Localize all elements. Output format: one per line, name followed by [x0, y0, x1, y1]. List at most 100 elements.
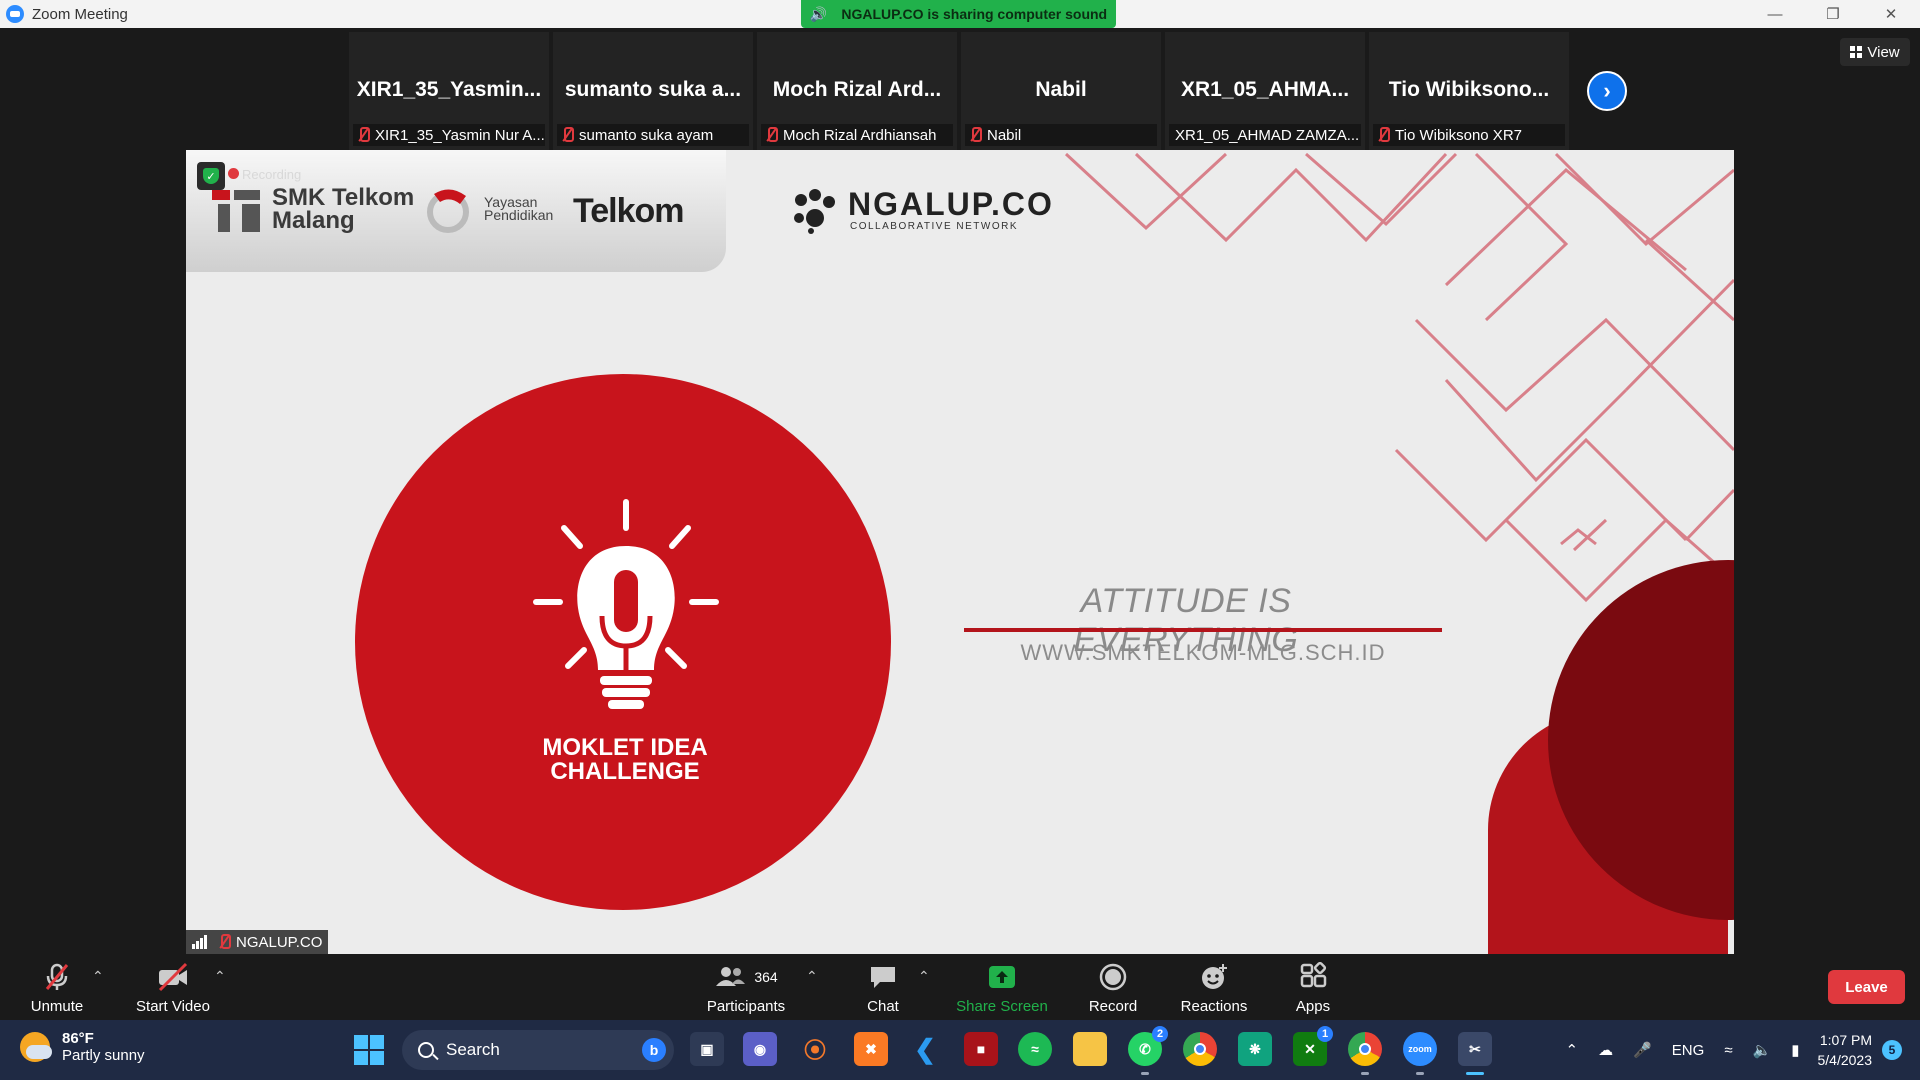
restore-button[interactable]: ❐ — [1804, 0, 1862, 28]
telkom-text: Telkom — [573, 192, 685, 230]
participant-display-name: Nabil — [1035, 78, 1087, 101]
chat-options-caret[interactable]: ⌃ — [918, 968, 930, 985]
xbox-icon[interactable]: ✕ 1 — [1293, 1026, 1333, 1066]
presenter-name-tag: NGALUP.CO — [186, 930, 329, 954]
reactions-icon — [1202, 964, 1227, 989]
view-label: View — [1867, 43, 1900, 61]
notification-badge[interactable]: 5 — [1882, 1040, 1902, 1060]
presenter-name: NGALUP.CO — [236, 933, 323, 951]
signal-bars-icon — [192, 935, 208, 949]
bing-icon[interactable]: b — [642, 1038, 666, 1062]
volume-icon[interactable]: 🔈 — [1753, 1041, 1772, 1059]
mic-muted-icon — [1377, 127, 1390, 143]
participant-display-name: XIR1_35_Yasmin... — [356, 78, 542, 101]
mic-muted-icon — [45, 963, 69, 990]
chat-button[interactable]: Chat — [848, 962, 918, 1015]
spotify-icon[interactable]: ≈ — [1018, 1032, 1052, 1066]
game-icon[interactable]: ■ — [964, 1032, 998, 1066]
close-button[interactable]: ✕ — [1862, 0, 1920, 28]
share-screen-button[interactable]: Share Screen — [952, 962, 1052, 1015]
challenge-title: MOKLET IDEA CHALLENGE — [542, 734, 708, 785]
view-button[interactable]: View — [1840, 38, 1910, 66]
file-explorer-icon[interactable] — [1073, 1032, 1107, 1066]
participant-tile[interactable]: sumanto suka a... sumanto suka ayam — [553, 32, 753, 150]
participants-options-caret[interactable]: ⌃ — [806, 968, 818, 985]
chatgpt-icon[interactable]: ❋ — [1238, 1032, 1272, 1066]
ngalup-logo — [794, 189, 835, 234]
minimize-button[interactable]: — — [1746, 0, 1804, 28]
chat-icon — [871, 967, 895, 988]
clock-time: 1:07 PM — [1819, 1032, 1872, 1048]
ngalup-text: NGALUP.CO — [848, 186, 1054, 222]
participant-label: Moch Rizal Ardhiansah — [761, 124, 953, 146]
search-label: Search — [446, 1040, 500, 1059]
participant-strip: XIR1_35_Yasmin... XIR1_35_Yasmin Nur A..… — [0, 28, 1920, 150]
reactions-button[interactable]: Reactions — [1172, 962, 1256, 1015]
xampp-icon[interactable]: ✖ — [854, 1032, 888, 1066]
video-options-caret[interactable]: ⌃ — [214, 968, 226, 985]
record-icon — [1099, 963, 1127, 991]
weather-widget[interactable]: 86°F Partly sunny — [20, 1030, 145, 1064]
participant-tile[interactable]: Moch Rizal Ard... Moch Rizal Ardhiansah — [757, 32, 957, 150]
participant-tile[interactable]: Tio Wibiksono... Tio Wibiksono XR7 — [1369, 32, 1569, 150]
battery-icon[interactable]: ▮ — [1791, 1041, 1799, 1059]
system-tray: ⌃ ☁ 🎤 ENG ≈ 🔈 ▮ 1:07 PM 5/4/2023 5 — [1556, 1020, 1920, 1080]
participant-label: Tio Wibiksono XR7 — [1373, 124, 1565, 146]
windows-start-button[interactable] — [354, 1035, 384, 1065]
leave-button[interactable]: Leave — [1828, 970, 1905, 1004]
grid-icon — [1850, 46, 1863, 58]
participant-display-name: XR1_05_AHMA... — [1180, 78, 1350, 101]
blender-icon[interactable]: ⦿ — [798, 1032, 832, 1066]
next-page-button[interactable]: › — [1587, 71, 1627, 111]
chrome-profile-icon[interactable] — [1348, 1032, 1382, 1075]
shield-icon: ✓ — [203, 168, 219, 184]
smk-telkom-logo — [212, 190, 260, 232]
participants-button[interactable]: 364 Participants — [700, 962, 792, 1015]
participant-tile[interactable]: Nabil Nabil — [961, 32, 1161, 150]
speaker-icon: 🔊 — [809, 5, 828, 22]
start-video-button[interactable]: Start Video — [130, 962, 216, 1015]
smk-telkom-text: SMK Telkom Malang — [272, 184, 415, 234]
whatsapp-icon[interactable]: ✆ 2 — [1128, 1026, 1168, 1075]
participant-display-name: Moch Rizal Ard... — [772, 78, 942, 101]
sharing-sound-banner: 🔊 NGALUP.CO is sharing computer sound — [801, 0, 1116, 28]
taskbar-search[interactable]: Search b — [402, 1030, 674, 1070]
zoom-app-icon — [6, 5, 24, 23]
clock-date: 5/4/2023 — [1817, 1052, 1873, 1068]
clock[interactable]: 1:07 PM 5/4/2023 — [1818, 1030, 1873, 1070]
participant-label-text: Tio Wibiksono XR7 — [1395, 126, 1522, 144]
weather-desc: Partly sunny — [62, 1047, 145, 1064]
snipping-tool-icon[interactable]: ✂ — [1458, 1032, 1492, 1075]
windows-taskbar: 86°F Partly sunny Search b ▣ ◉ ⦿ ✖ ❮ ■ ≈… — [0, 1020, 1920, 1080]
telkom-foundation-logo — [427, 189, 469, 233]
apps-button[interactable]: Apps — [1280, 962, 1346, 1015]
video-off-icon — [158, 962, 188, 992]
mic-muted-icon — [218, 934, 231, 950]
participant-label-text: Moch Rizal Ardhiansah — [783, 126, 937, 144]
participant-label: XIR1_35_Yasmin Nur A... — [353, 124, 545, 146]
recording-dot-icon — [228, 168, 239, 179]
vscode-icon[interactable]: ❮ — [908, 1032, 942, 1066]
participant-tile[interactable]: XR1_05_AHMA... XR1_05_AHMAD ZAMZA... — [1165, 32, 1365, 150]
participants-icon — [716, 967, 746, 986]
mic-muted-icon — [357, 127, 370, 143]
chrome-icon[interactable] — [1183, 1032, 1217, 1066]
zoom-icon[interactable]: zoom — [1403, 1032, 1437, 1075]
cloud-icon[interactable]: ☁ — [1598, 1041, 1613, 1059]
language-indicator[interactable]: ENG — [1672, 1042, 1705, 1059]
record-label: Record — [1088, 998, 1138, 1015]
shared-screen: ✓ Recording SMK Telkom Malang Yayasan Pe… — [186, 150, 1734, 954]
teams-icon[interactable]: ◉ — [743, 1032, 777, 1066]
unmute-button[interactable]: Unmute — [22, 962, 92, 1015]
task-view-icon[interactable]: ▣ — [690, 1032, 724, 1066]
participant-tile[interactable]: XIR1_35_Yasmin... XIR1_35_Yasmin Nur A..… — [349, 32, 549, 150]
audio-options-caret[interactable]: ⌃ — [92, 968, 104, 985]
participant-display-name: sumanto suka a... — [564, 78, 742, 101]
participant-label: sumanto suka ayam — [557, 124, 749, 146]
participant-label: Nabil — [965, 124, 1157, 146]
microphone-icon[interactable]: 🎤 — [1633, 1041, 1652, 1059]
ngalup-subtext: COLLABORATIVE NETWORK — [850, 221, 1019, 232]
record-button[interactable]: Record — [1080, 962, 1146, 1015]
wifi-icon[interactable]: ≈ — [1724, 1042, 1732, 1059]
chevron-up-icon[interactable]: ⌃ — [1566, 1041, 1579, 1059]
